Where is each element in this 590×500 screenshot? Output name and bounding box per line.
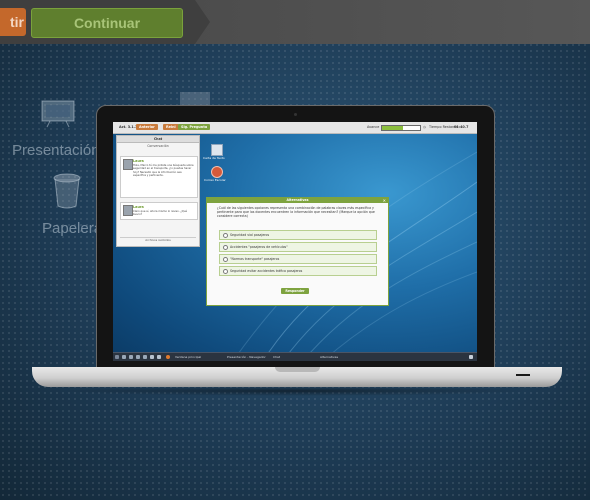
- chat-message: Laura Hola, Marco tú me pidiste una búsq…: [120, 156, 198, 198]
- option-label: Accidentes "pasajeros de vehículos": [230, 245, 288, 249]
- dialog-question: ¿Cuál de las siguientes opciones represe…: [217, 206, 375, 218]
- radio-icon: [223, 245, 228, 250]
- desktop-icon-label: Presentación: [12, 142, 100, 159]
- browser-icon[interactable]: [166, 355, 170, 359]
- top-navigation-bar: tir Continuar: [0, 0, 590, 44]
- webcam: [294, 113, 297, 116]
- clock-icon: ◷: [423, 125, 426, 129]
- desktop-icon-partial: [180, 92, 210, 106]
- taskbar-item[interactable]: Chat: [271, 354, 282, 360]
- app-next-question-button[interactable]: Sig. Pregunta: [178, 124, 211, 130]
- message-text: Claro que sí, ahora mismo lo reviso. ¿Qu…: [133, 210, 188, 217]
- option-label: "Normas transporte" pasajeros: [230, 257, 280, 261]
- laptop-shadow: [60, 386, 530, 396]
- lid-notch: [275, 367, 320, 372]
- close-icon[interactable]: ✕: [383, 198, 386, 203]
- submit-button[interactable]: Responder: [281, 288, 309, 294]
- chat-message: Laura Claro que sí, ahora mismo lo revis…: [120, 202, 198, 220]
- laptop-base: [32, 367, 562, 387]
- laptop-screen: Act. 3.1.1 Anterior Reini Sig. Pregunta …: [113, 122, 477, 361]
- message-text: Hola, Marco tú me pidiste una búsqueda s…: [133, 164, 194, 177]
- chat-window: Chat Conversación Laura Hola, Marco tú m…: [116, 135, 200, 247]
- time-value: 01:40.7: [454, 125, 469, 129]
- trash-icon: [53, 173, 81, 209]
- message-author: Laura: [133, 159, 144, 163]
- app-toolbar: Act. 3.1.1 Anterior Reini Sig. Pregunta …: [113, 122, 477, 134]
- chat-title: Chat: [117, 136, 199, 143]
- desktop-icon-label: Papelera: [42, 220, 103, 237]
- folder-icon[interactable]: [122, 355, 126, 359]
- answer-option[interactable]: Accidentes "pasajeros de vehículos": [219, 242, 377, 252]
- app-icon[interactable]: [143, 355, 147, 359]
- document-icon[interactable]: [211, 144, 223, 156]
- terminal-icon[interactable]: [129, 355, 133, 359]
- alternatives-dialog: Alternativas ✕ ¿Cuál de las siguientes o…: [206, 197, 389, 306]
- option-label: Seguridad evitar accidentes tráfico pasa…: [230, 269, 303, 273]
- progress-label: Avance: [367, 125, 380, 129]
- laptop-lid: Act. 3.1.1 Anterior Reini Sig. Pregunta …: [96, 105, 495, 369]
- taskbar-item[interactable]: Ventana principal: [173, 354, 203, 360]
- previous-button[interactable]: tir: [0, 8, 26, 36]
- app-icon[interactable]: [157, 355, 161, 359]
- avatar: [123, 205, 133, 216]
- presentation-icon: [41, 100, 75, 128]
- radio-icon: [223, 233, 228, 238]
- chat-footer: Archivos recibidos: [120, 237, 196, 243]
- app-icon[interactable]: [150, 355, 154, 359]
- shortcut-label: Carta de Texto: [203, 156, 225, 160]
- mail-icon[interactable]: [211, 166, 223, 178]
- message-author: Laura: [133, 205, 144, 209]
- dialog-title: Alternativas: [207, 198, 388, 203]
- status-led: [516, 374, 530, 376]
- option-label: Seguridad vial pasajeros: [230, 233, 270, 237]
- answer-option[interactable]: "Normas transporte" pasajeros: [219, 254, 377, 264]
- continue-button[interactable]: Continuar: [31, 8, 183, 38]
- start-menu-icon[interactable]: [115, 355, 119, 359]
- answer-option[interactable]: Seguridad vial pasajeros: [219, 230, 377, 240]
- app-restart-button[interactable]: Reini: [163, 124, 179, 130]
- radio-icon: [223, 269, 228, 274]
- chat-subtitle: Conversación: [147, 144, 169, 148]
- settings-icon[interactable]: [136, 355, 140, 359]
- taskbar-item[interactable]: Alternativas: [318, 354, 340, 360]
- avatar: [123, 159, 133, 170]
- taskbar: Ventana principal Presentación - Navegad…: [113, 352, 477, 361]
- progress-fill: [382, 126, 403, 130]
- taskbar-item[interactable]: Presentación - Navegador: [225, 354, 268, 360]
- radio-icon: [223, 257, 228, 262]
- shortcut-label: Correo Escolar: [204, 178, 226, 182]
- answer-option[interactable]: Seguridad evitar accidentes tráfico pasa…: [219, 266, 377, 276]
- progress-bar: [381, 125, 421, 131]
- app-previous-button[interactable]: Anterior: [136, 124, 158, 130]
- tray-icon[interactable]: [469, 355, 473, 359]
